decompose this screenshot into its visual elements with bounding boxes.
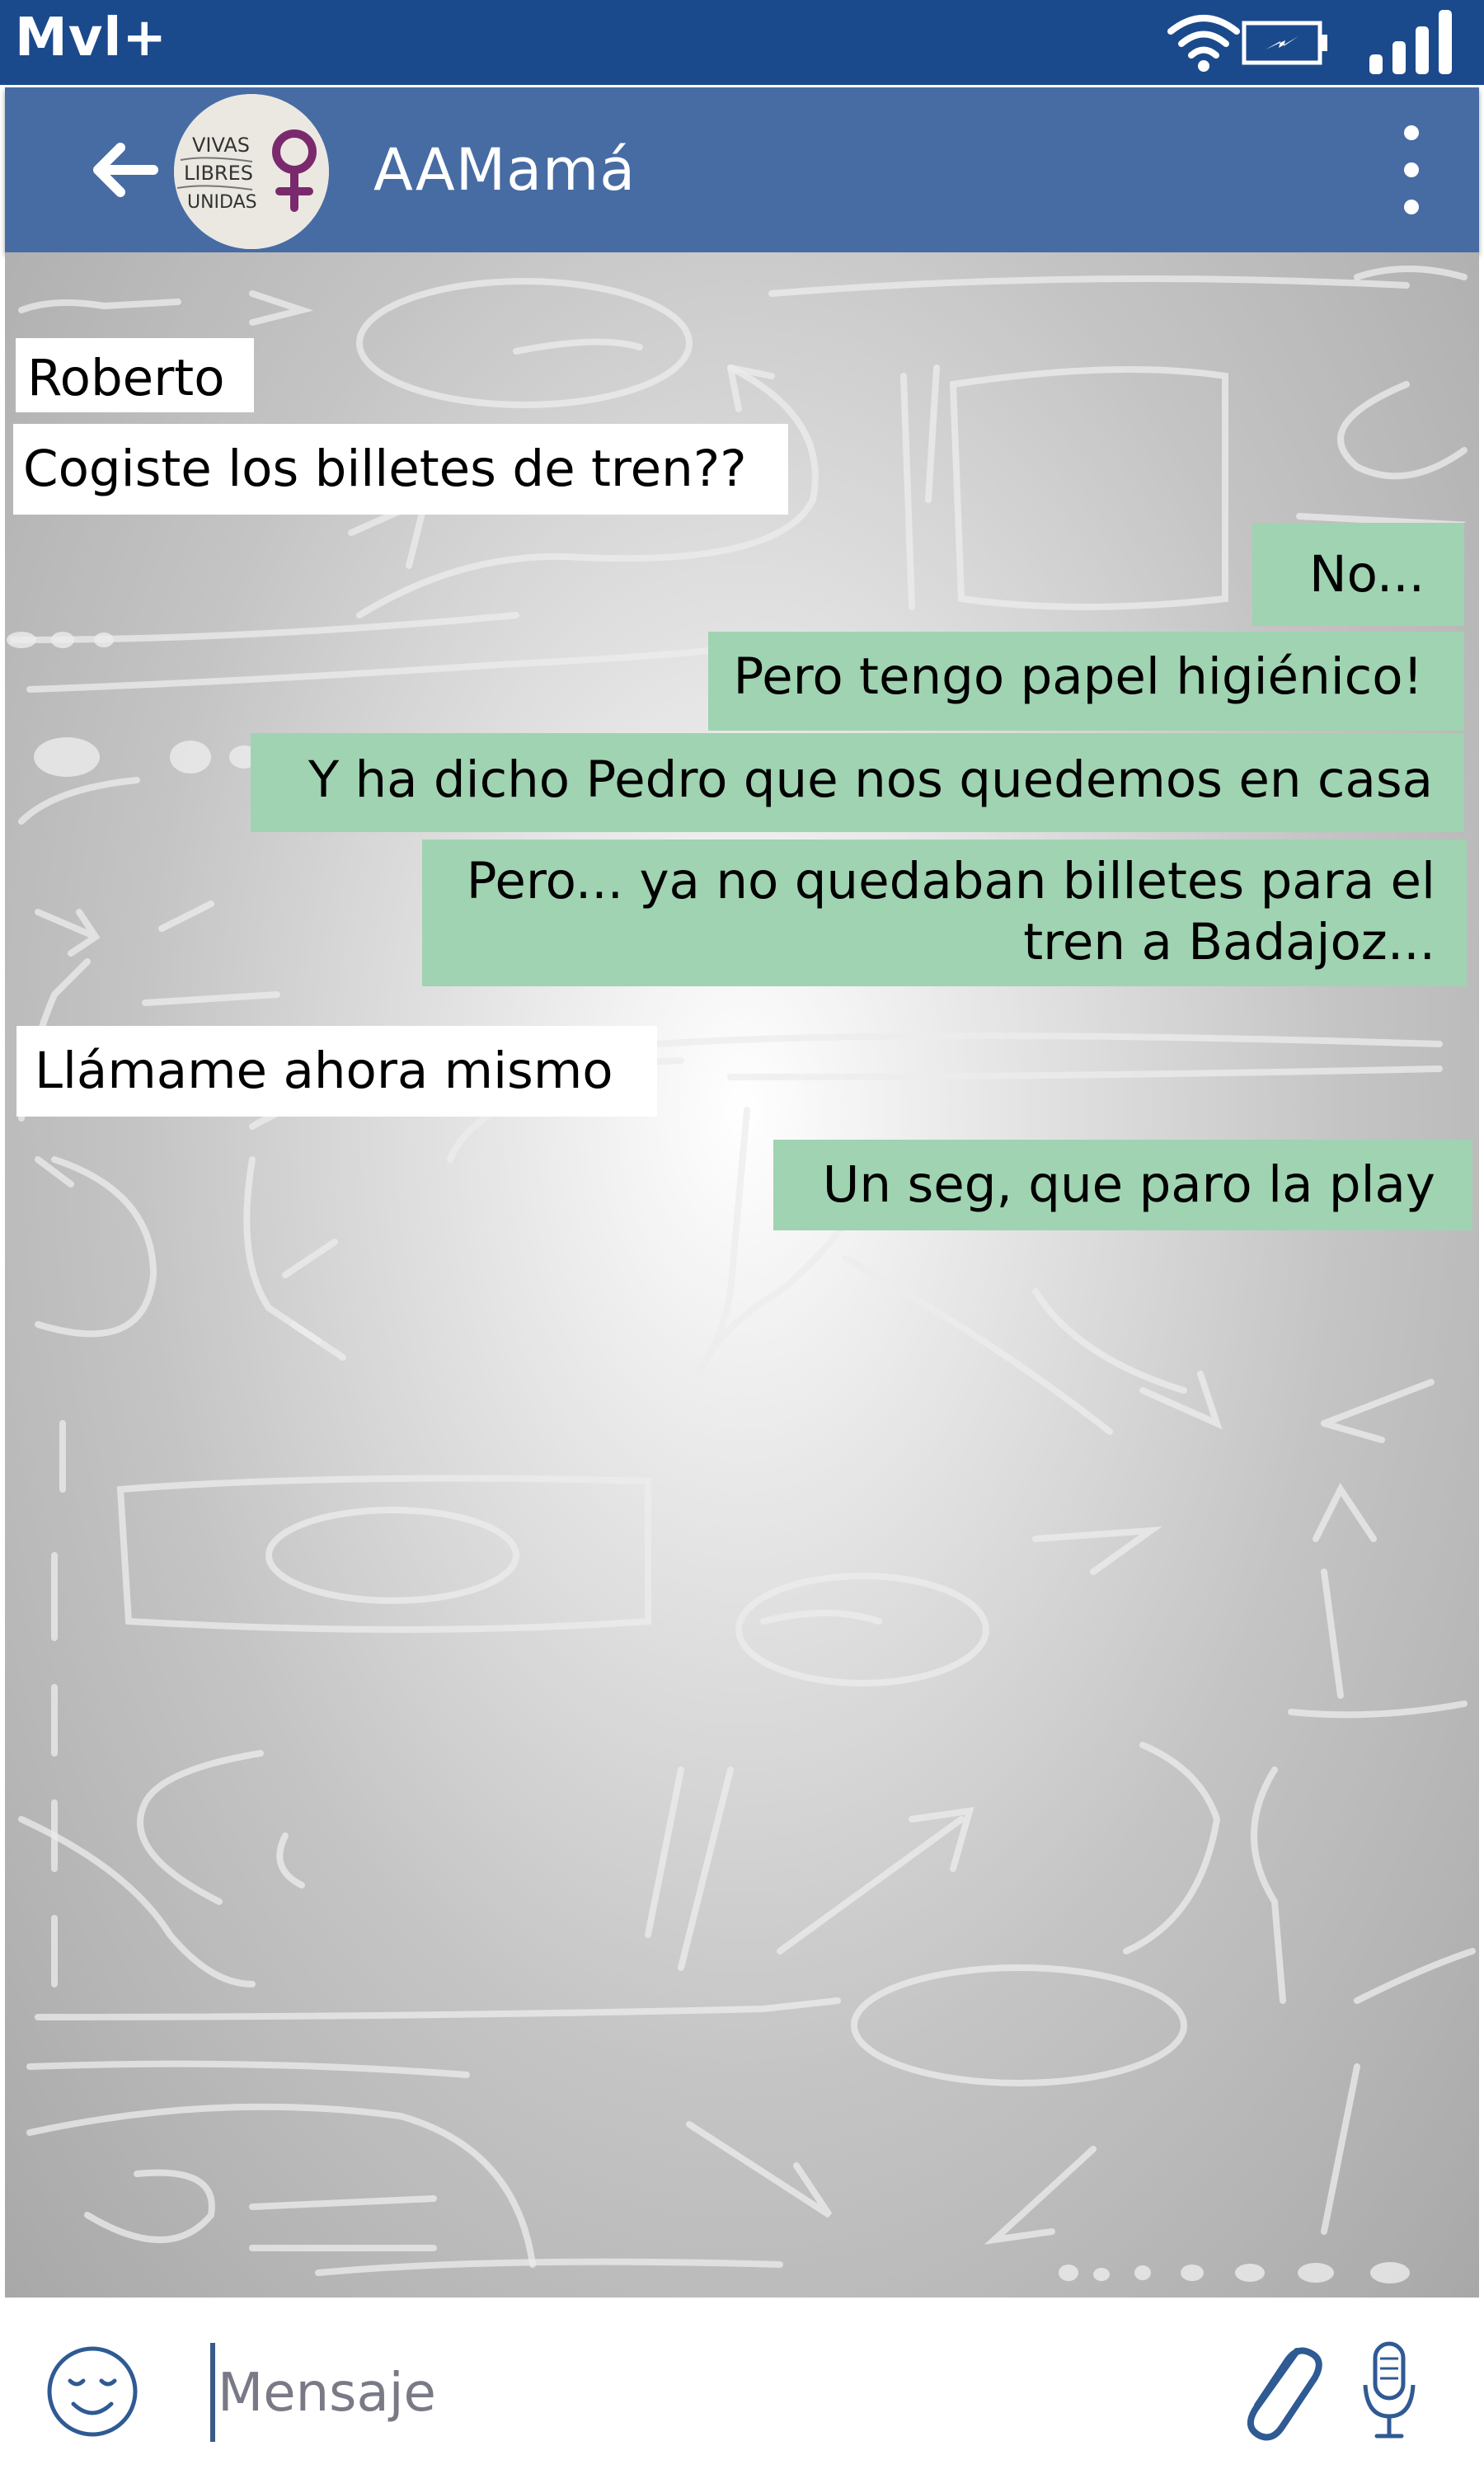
message-bubble-outgoing[interactable]: Pero tengo papel higiénico! [708, 632, 1464, 731]
microphone-button[interactable] [1360, 2339, 1418, 2446]
message-bubble-outgoing[interactable]: No... [1252, 523, 1464, 626]
paperclip-icon [1247, 2347, 1322, 2441]
message-text-line: Pero... ya no quedaban billetes para el [466, 852, 1435, 910]
svg-text:VIVAS: VIVAS [192, 134, 250, 157]
arrow-left-icon [93, 143, 158, 197]
text-cursor [210, 2343, 215, 2442]
svg-text:LIBRES: LIBRES [184, 162, 253, 185]
carrier-name: Mvl+ [15, 7, 167, 68]
microphone-icon [1363, 2341, 1416, 2439]
chat-title: AAMamá [373, 136, 636, 204]
message-text: Pero tengo papel higiénico! [733, 647, 1423, 706]
message-bubble-incoming[interactable]: Roberto [16, 338, 254, 412]
message-text: Llámame ahora mismo [35, 1042, 613, 1100]
back-button[interactable] [87, 133, 162, 207]
message-bubble-outgoing[interactable]: Un seg, que paro la play [773, 1140, 1472, 1230]
wifi-icon [1167, 15, 1240, 72]
message-text-line: tren a Badajoz... [1023, 913, 1435, 971]
avatar[interactable]: VIVAS LIBRES UNIDAS [174, 94, 329, 249]
message-text: Un seg, que paro la play [822, 1155, 1435, 1214]
more-vertical-icon [1404, 125, 1419, 214]
message-input[interactable] [216, 2347, 1192, 2439]
chat-area[interactable]: Roberto Cogiste los billetes de tren?? N… [5, 252, 1479, 2298]
message-bubble-incoming[interactable]: Cogiste los billetes de tren?? [13, 424, 788, 515]
status-bar: Mvl+ [0, 0, 1484, 85]
signal-icon [1369, 10, 1452, 74]
message-text: Cogiste los billetes de tren?? [23, 440, 747, 498]
group-logo: VIVAS LIBRES UNIDAS [174, 94, 329, 249]
more-options-button[interactable] [1387, 116, 1436, 223]
emoji-button[interactable] [45, 2345, 140, 2439]
message-bubble-outgoing[interactable]: Pero... ya no quedaban billetes para el … [422, 840, 1467, 986]
message-text: Y ha dicho Pedro que nos quedemos en cas… [308, 750, 1433, 809]
attach-button[interactable] [1233, 2335, 1323, 2442]
smiley-icon [47, 2346, 138, 2437]
battery-charging-icon [1242, 21, 1327, 65]
message-composer [0, 2298, 1484, 2474]
chat-header: VIVAS LIBRES UNIDAS AAMamá [5, 87, 1479, 252]
message-text: No... [1308, 545, 1425, 604]
message-bubble-outgoing[interactable]: Y ha dicho Pedro que nos quedemos en cas… [251, 733, 1464, 832]
message-bubble-incoming[interactable]: Llámame ahora mismo [16, 1026, 657, 1117]
message-sender: Roberto [27, 349, 225, 407]
svg-text:UNIDAS: UNIDAS [187, 192, 257, 213]
